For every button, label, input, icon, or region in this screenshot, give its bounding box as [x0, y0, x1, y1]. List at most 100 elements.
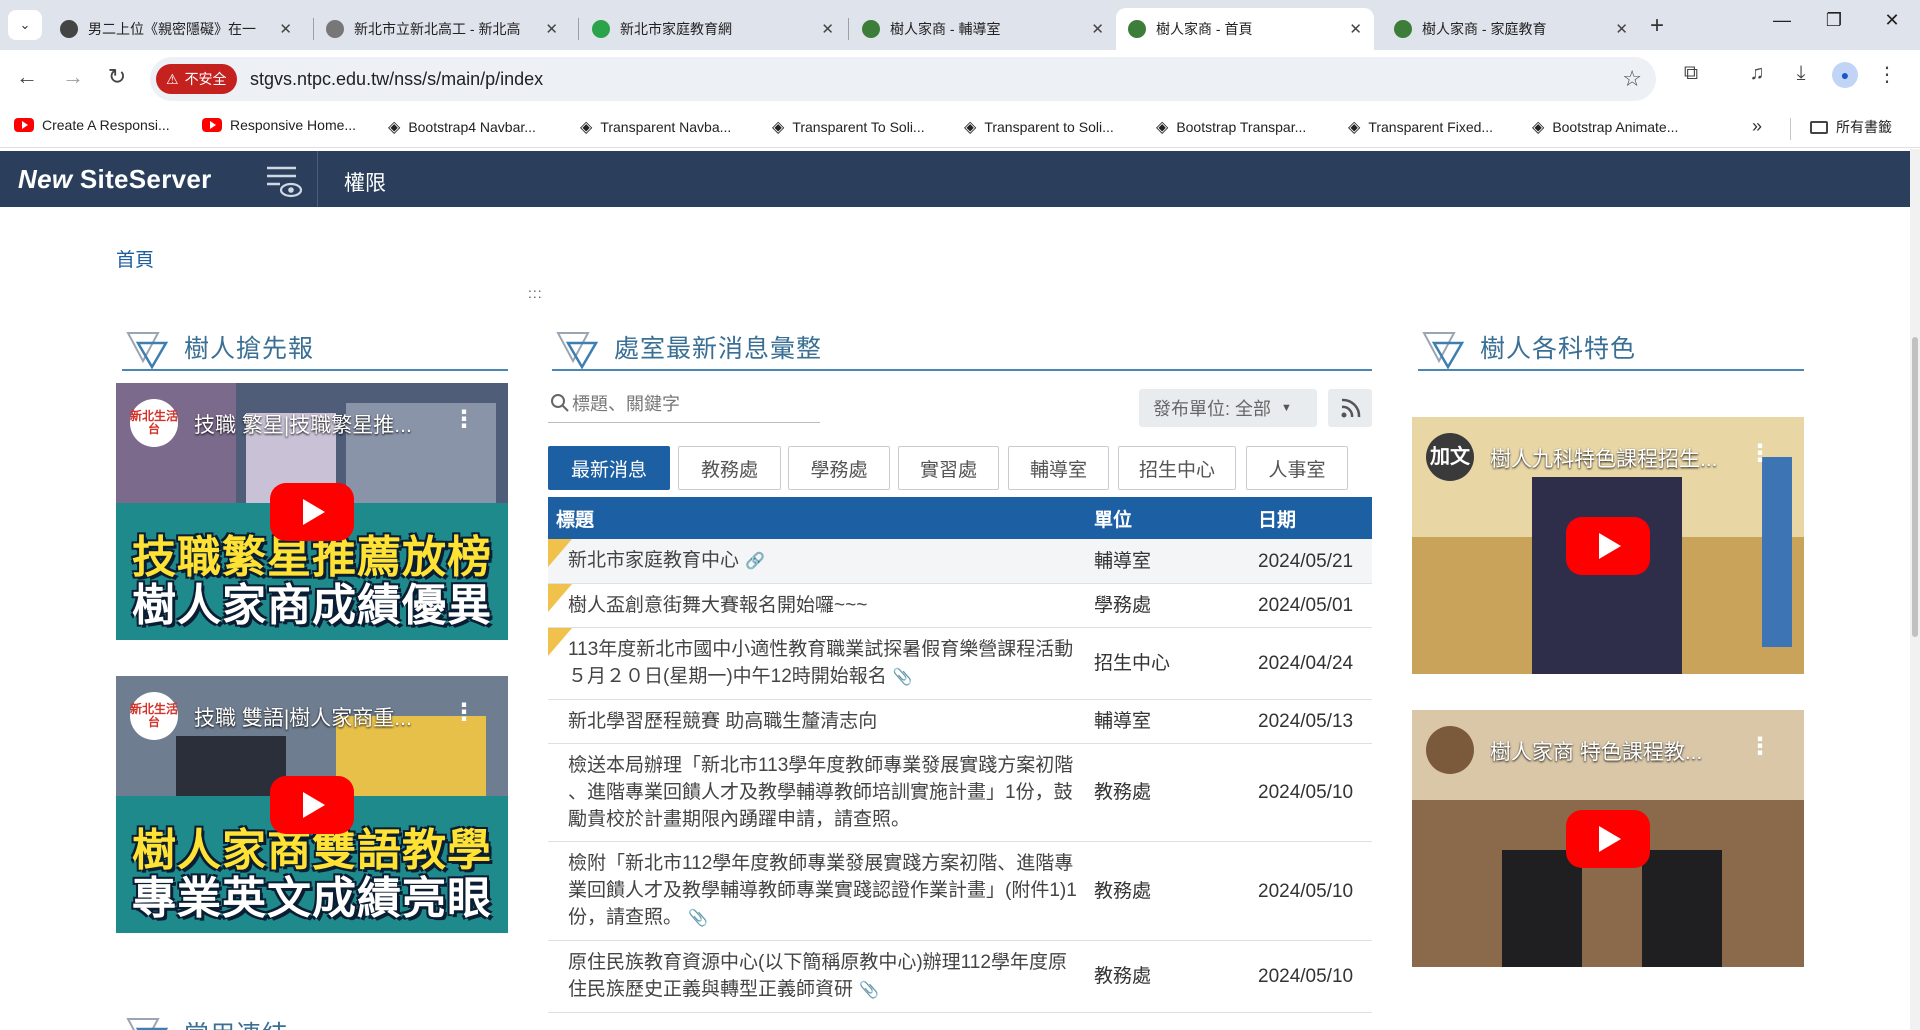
close-icon[interactable]: ✕	[1615, 20, 1628, 38]
scrollbar-thumb[interactable]	[1912, 337, 1918, 637]
page-scrollbar[interactable]	[1910, 149, 1920, 1030]
browser-tab[interactable]: 新北市立新北高工 - 新北高 ✕	[314, 8, 570, 50]
close-window-button[interactable]: ✕	[1872, 10, 1912, 31]
tab-internship[interactable]: 實習處	[898, 446, 999, 490]
bookmark-item[interactable]: ◈ Bootstrap Animate...	[1532, 117, 1678, 137]
news-title[interactable]: 原住民族教育資源中心(以下簡稱原教中心)辦理112學年度原住民族歷史正義與轉型正…	[568, 952, 1067, 1000]
column-header-unit[interactable]: 單位	[1086, 497, 1250, 539]
play-button-icon[interactable]	[270, 482, 354, 541]
security-badge[interactable]: ⚠ 不安全	[156, 64, 237, 94]
tab-personnel[interactable]: 人事室	[1246, 446, 1348, 490]
restore-button[interactable]: ❐	[1814, 10, 1854, 31]
bookmark-item[interactable]: ◈ Transparent Fixed...	[1348, 117, 1493, 137]
extensions-icon[interactable]: ⧉	[1674, 62, 1708, 85]
bookmark-item[interactable]: Create A Responsi...	[14, 117, 170, 133]
tab-admission[interactable]: 招生中心	[1118, 446, 1236, 490]
minimize-button[interactable]: —	[1762, 10, 1802, 31]
breadcrumb-home[interactable]: 首頁	[116, 245, 154, 272]
forward-button[interactable]: →	[58, 64, 88, 90]
column-header-title[interactable]: 標題	[548, 497, 1086, 539]
video-title[interactable]: 技職 雙語|樹人家商重...	[194, 702, 456, 732]
channel-avatar[interactable]: 加文	[1426, 433, 1474, 481]
news-title-cell[interactable]: 113年度新北市國中小適性教育職業試探暑假育樂營課程活動５月２０日(星期一)中午…	[548, 627, 1086, 700]
news-title-cell[interactable]: 新北學習歷程競賽 助高職生釐清志向	[548, 699, 1086, 744]
new-tab-button[interactable]: +	[1650, 12, 1664, 40]
media-control-icon[interactable]: ♫	[1740, 62, 1774, 85]
menu-eye-icon[interactable]	[262, 159, 304, 201]
browser-tab[interactable]: 樹人家商 - 輔導室 ✕	[850, 8, 1116, 50]
table-row[interactable]: 檢附「新北市112學年度教師專業發展實踐方案初階、進階專業回饋人才及教學輔導教師…	[548, 841, 1372, 941]
browser-tab-active[interactable]: 樹人家商 - 首頁 ✕	[1116, 8, 1374, 50]
profile-avatar[interactable]: ●	[1828, 62, 1862, 88]
close-icon[interactable]: ✕	[1349, 20, 1362, 38]
more-options-icon[interactable]: ⋮	[452, 698, 476, 727]
close-icon[interactable]: ✕	[545, 20, 558, 38]
bookmark-item[interactable]: Responsive Home...	[202, 117, 356, 133]
news-title-cell[interactable]: 檢附「新北市112學年度教師專業發展實踐方案初階、進階專業回饋人才及教學輔導教師…	[548, 841, 1086, 941]
browser-menu-icon[interactable]: ⋮	[1870, 62, 1904, 87]
bookmark-star-icon[interactable]: ☆	[1622, 66, 1642, 92]
browser-tab[interactable]: 樹人家商 - 家庭教育 ✕	[1382, 8, 1640, 50]
unit-filter-dropdown[interactable]: 發布單位: 全部 ▼	[1139, 389, 1317, 427]
news-title-cell[interactable]: 檢送本局辦理「新北市113學年度教師專業發展實踐方案初階 、進階專業回饋人才及教…	[548, 743, 1086, 842]
close-icon[interactable]: ✕	[279, 20, 292, 38]
table-row[interactable]: 原住民族教育資源中心(以下簡稱原教中心)辦理112學年度原住民族歷史正義與轉型正…	[548, 940, 1372, 1013]
browser-tab[interactable]: 男二上位《親密隱礙》在一 ✕	[48, 8, 304, 50]
news-title-cell[interactable]: 新北市家庭教育中心 🔗	[548, 539, 1086, 584]
close-icon[interactable]: ✕	[821, 20, 834, 38]
bookmark-item[interactable]: ◈ Bootstrap Transpar...	[1156, 117, 1306, 137]
news-title[interactable]: 新北市家庭教育中心	[568, 550, 739, 571]
youtube-video-embed[interactable]: 新北生活台 技職 繁星|技職繁星推... ⋮ 技職繁星推薦放榜 樹人家商成績優異	[116, 383, 508, 640]
bookmark-item[interactable]: ◈ Transparent Navba...	[580, 117, 731, 137]
search-input[interactable]	[572, 390, 812, 418]
all-bookmarks-button[interactable]: 所有書籤	[1810, 117, 1892, 137]
bookmark-item[interactable]: ◈ Transparent To Soli...	[772, 117, 925, 137]
tab-counseling[interactable]: 輔導室	[1008, 446, 1109, 490]
news-title[interactable]: 樹人盃創意街舞大賽報名開始囉~~~	[568, 595, 867, 616]
more-options-icon[interactable]: ⋮	[452, 405, 476, 434]
permission-link[interactable]: 權限	[344, 167, 386, 197]
video-title[interactable]: 樹人家商 特色課程教...	[1490, 736, 1752, 766]
table-row[interactable]: 樹人盃創意街舞大賽報名開始囉~~~ 學務處 2024/05/01	[548, 583, 1372, 628]
site-logo[interactable]: New SiteServer	[18, 164, 212, 195]
tab-academic-affairs[interactable]: 教務處	[678, 446, 781, 490]
table-row[interactable]: 新北學習歷程競賽 助高職生釐清志向 輔導室 2024/05/13	[548, 699, 1372, 744]
tab-student-affairs[interactable]: 學務處	[788, 446, 890, 490]
channel-avatar[interactable]: 新北生活台	[130, 399, 178, 447]
channel-avatar[interactable]	[1426, 726, 1474, 774]
news-title[interactable]: 檢附「新北市112學年度教師專業發展實踐方案初階、進階專業回饋人才及教學輔導教師…	[568, 853, 1077, 928]
news-title[interactable]: 檢送本局辦理「新北市113學年度教師專業發展實踐方案初階 、進階專業回饋人才及教…	[568, 755, 1073, 830]
video-title[interactable]: 技職 繁星|技職繁星推...	[194, 409, 456, 439]
youtube-video-embed[interactable]: 新北生活台 技職 雙語|樹人家商重... ⋮ 樹人家商雙語教學 專業英文成績亮眼	[116, 676, 508, 933]
more-options-icon[interactable]: ⋮	[1748, 439, 1772, 468]
bookmark-item[interactable]: ◈ Transparent to Soli...	[964, 117, 1114, 137]
column-header-date[interactable]: 日期	[1250, 497, 1372, 539]
news-title[interactable]: 新北學習歷程競賽 助高職生釐清志向	[568, 711, 877, 732]
close-icon[interactable]: ✕	[1091, 20, 1104, 38]
channel-avatar[interactable]: 新北生活台	[130, 692, 178, 740]
bookmark-item[interactable]: ◈ Bootstrap4 Navbar...	[388, 117, 536, 137]
more-bookmarks-icon[interactable]: »	[1752, 116, 1762, 137]
accesskey-dots[interactable]: :::	[528, 285, 543, 301]
download-icon[interactable]: ⤓	[1784, 62, 1818, 85]
table-row[interactable]: 檢送本局辦理「新北市113學年度教師專業發展實踐方案初階 、進階專業回饋人才及教…	[548, 743, 1372, 842]
youtube-video-embed[interactable]: 樹人家商 特色課程教... ⋮	[1412, 710, 1804, 967]
news-title-cell[interactable]: 樹人盃創意街舞大賽報名開始囉~~~	[548, 583, 1086, 628]
youtube-video-embed[interactable]: 加文 樹人九科特色課程招生... ⋮	[1412, 417, 1804, 674]
play-button-icon[interactable]	[1566, 809, 1650, 868]
play-button-icon[interactable]	[1566, 516, 1650, 575]
more-options-icon[interactable]: ⋮	[1748, 732, 1772, 761]
back-button[interactable]: ←	[12, 64, 42, 90]
browser-tab[interactable]: 新北市家庭教育網 ✕	[580, 8, 846, 50]
tab-latest-news[interactable]: 最新消息	[548, 446, 670, 490]
news-title-cell[interactable]: 原住民族教育資源中心(以下簡稱原教中心)辦理112學年度原住民族歷史正義與轉型正…	[548, 940, 1086, 1013]
tab-search-button[interactable]: ⌄	[8, 10, 42, 40]
table-row[interactable]: 113年度新北市國中小適性教育職業試探暑假育樂營課程活動５月２０日(星期一)中午…	[548, 627, 1372, 700]
reload-button[interactable]: ↻	[102, 64, 132, 90]
address-bar[interactable]: ⚠ 不安全 stgvs.ntpc.edu.tw/nss/s/main/p/ind…	[150, 57, 1656, 101]
rss-button[interactable]	[1328, 389, 1372, 427]
play-button-icon[interactable]	[270, 775, 354, 834]
table-row[interactable]: 新北市家庭教育中心 🔗 輔導室 2024/05/21	[548, 539, 1372, 584]
news-title[interactable]: 113年度新北市國中小適性教育職業試探暑假育樂營課程活動５月２０日(星期一)中午…	[568, 639, 1073, 687]
video-title[interactable]: 樹人九科特色課程招生...	[1490, 443, 1752, 473]
